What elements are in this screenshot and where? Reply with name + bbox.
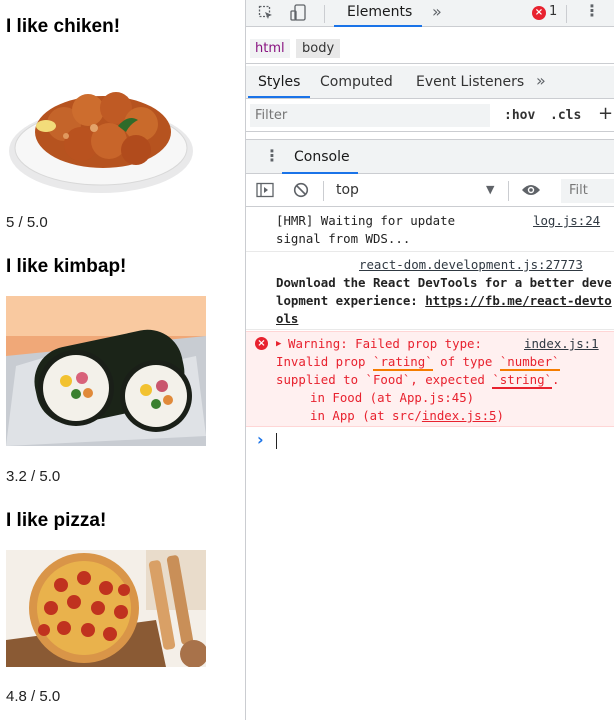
error-count[interactable]: 1 [549, 4, 557, 19]
food-heading: I like pizza! [6, 510, 107, 531]
toolbar-separator [324, 5, 325, 23]
breadcrumb-html[interactable]: html [250, 39, 290, 58]
warning-text: in App (at src/ [310, 408, 422, 423]
clear-console-icon[interactable] [293, 182, 309, 201]
tab-elements[interactable]: Elements [347, 4, 412, 20]
expand-triangle-icon[interactable]: ▶ [276, 335, 281, 353]
styles-tabbar: Styles Computed Event Listeners » [246, 66, 614, 99]
prop-type-highlight: `number` [499, 354, 560, 371]
kebab-menu-icon[interactable]: ⋮ [584, 3, 600, 19]
kimbap-image [6, 296, 206, 446]
tab-active-indicator [248, 96, 310, 98]
chicken-image [6, 66, 206, 206]
prop-name-highlight: `rating` [372, 354, 433, 371]
food-heading: I like kimbap! [6, 256, 127, 277]
toolbar-separator [508, 181, 509, 201]
warning-stack-app: in App (at src/index.js:5) [310, 407, 504, 425]
app-page: I like chiken! 5 / 5.0 I like kimbap! 3.… [0, 0, 245, 720]
warning-line-1: Warning: Failed prop type: [288, 336, 482, 351]
more-tabs-icon[interactable]: » [432, 2, 442, 21]
show-sidebar-icon[interactable] [256, 182, 274, 201]
tab-computed[interactable]: Computed [320, 74, 393, 90]
breadcrumb-body[interactable]: body [296, 39, 341, 58]
console-toolbar: top ▼ Filt [246, 175, 614, 207]
message-text: Download the React DevTools for a better… [276, 274, 614, 328]
tab-styles[interactable]: Styles [258, 74, 300, 90]
drawer-tabbar: ⋮ Console [246, 139, 614, 174]
warning-text: of type [432, 354, 500, 369]
tab-active-indicator [282, 172, 358, 174]
message-text: [HMR] Waiting for update signal from WDS… [276, 213, 456, 246]
prompt-chevron-icon: › [257, 430, 264, 449]
inspect-element-icon[interactable] [258, 5, 274, 24]
drawer-menu-icon[interactable]: ⋮ [264, 148, 280, 164]
warning-line-3: supplied to `Food`, expected `string`. [276, 371, 560, 389]
food-heading: I like chiken! [6, 16, 121, 37]
food-item-chicken: I like chiken! 5 / 5.0 [6, 16, 240, 231]
console-filter-input[interactable]: Filt [561, 179, 614, 203]
warning-text: . [552, 372, 560, 387]
food-rating: 5 / 5.0 [6, 214, 48, 231]
device-toolbar-icon[interactable] [290, 4, 306, 25]
text-cursor [276, 433, 277, 449]
devtools-panel: Elements » × 1 ⋮ html body Styles Comput… [245, 0, 614, 720]
error-icon[interactable]: × [532, 6, 546, 20]
toolbar-separator [323, 181, 324, 201]
expected-type-highlight: `string` [492, 372, 553, 389]
warning-stack-food: in Food (at App.js:45) [310, 390, 475, 405]
warning-text: ) [496, 408, 504, 423]
message-source-link[interactable]: log.js:24 [533, 212, 600, 230]
tab-console[interactable]: Console [294, 149, 350, 165]
toolbar-separator [566, 5, 567, 23]
food-item-pizza: I like pizza! 4.8 / 5.0 [6, 510, 240, 705]
console-filter-placeholder: Filt [569, 183, 588, 198]
more-tabs-icon[interactable]: » [536, 71, 546, 90]
live-expression-eye-icon[interactable] [521, 183, 541, 200]
warning-line-2: Invalid prop `rating` of type `number` [276, 353, 560, 371]
tab-event-listeners[interactable]: Event Listeners [416, 74, 524, 90]
warning-text: Invalid prop [276, 354, 373, 369]
console-message-react-devtools: react-dom.development.js:27773 Download … [246, 253, 614, 330]
error-icon: × [255, 337, 268, 350]
food-item-kimbap: I like kimbap! 3.2 / 5.0 [6, 256, 240, 485]
warning-text: supplied to `Food`, expected [276, 372, 493, 387]
hov-toggle[interactable]: :hov [504, 108, 535, 123]
console-message-hmr: log.js:24 [HMR] Waiting for update signa… [246, 208, 614, 252]
new-style-rule-button[interactable]: + [598, 103, 613, 124]
food-rating: 4.8 / 5.0 [6, 688, 61, 705]
console-prompt[interactable]: › [246, 430, 614, 452]
styles-filter-row: :hov .cls + [246, 100, 614, 132]
context-selector[interactable]: top [336, 182, 359, 198]
chevron-down-icon[interactable]: ▼ [486, 184, 494, 195]
pizza-image [6, 550, 206, 667]
message-source-link[interactable]: index.js:1 [524, 335, 599, 353]
styles-filter-input[interactable] [250, 104, 490, 127]
console-message-warning: × index.js:1 ▶ Warning: Failed prop type… [246, 331, 614, 427]
tab-active-indicator [334, 25, 422, 27]
devtools-main-toolbar: Elements » × 1 ⋮ [246, 0, 614, 27]
cls-toggle[interactable]: .cls [550, 108, 581, 123]
message-source-link[interactable]: react-dom.development.js:27773 [359, 256, 583, 274]
stack-source-link[interactable]: index.js:5 [422, 408, 497, 423]
food-rating: 3.2 / 5.0 [6, 468, 61, 485]
breadcrumb: html body [246, 36, 614, 64]
